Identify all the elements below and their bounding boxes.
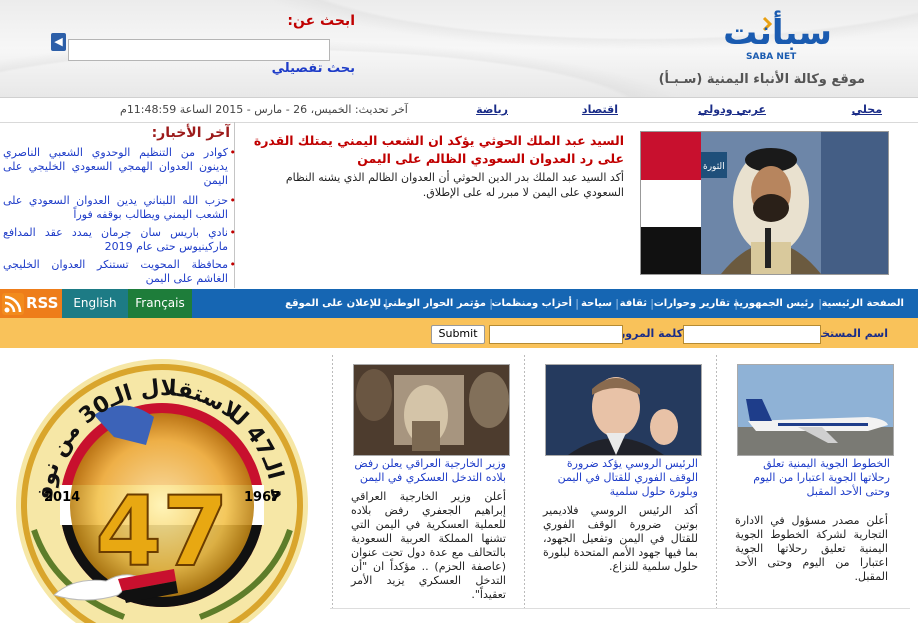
channel-caption: الثورة [703, 162, 725, 172]
menu-separator: | [650, 297, 654, 310]
latest-news-title: آخر الأخبار: [151, 125, 230, 141]
menu-home[interactable]: الصفحة الرئيسية [821, 298, 904, 309]
menu-president[interactable]: رئيس الجمهورية [733, 298, 814, 309]
top-nav: محلي عربي ودولي اقتصاد رياضة آخر تحديث: … [0, 98, 918, 123]
nav-local[interactable]: محلي [852, 103, 882, 116]
menu-separator: | [615, 297, 619, 310]
latest-news-item[interactable]: نادي باريس سان جرمان يمدد عقد المدافع ما… [3, 226, 236, 254]
latest-news-panel: آخر الأخبار: كوادر من التنظيم الوحدوي ال… [0, 122, 236, 288]
search-go-button[interactable]: ◀ [51, 33, 66, 51]
menu-tourism[interactable]: سياحة [581, 298, 612, 309]
main-story-headline[interactable]: السيد عبد الملك الحوثي يؤكد ان الشعب الي… [252, 132, 624, 168]
card-photo[interactable] [545, 364, 702, 456]
putin-image [546, 365, 701, 455]
latest-news-item[interactable]: حزب الله اللبناني يدين العدوان السعودي ع… [3, 194, 236, 222]
logo-subtitle: موقع وكالة الأنباء اليمنية (سـبـأ) [658, 72, 865, 87]
card-title[interactable]: الرئيس الروسي يؤكد ضرورة الوقف الفوري لل… [543, 457, 698, 499]
airplane-image [738, 365, 893, 455]
anniversary-emblem-graphic: 47 العيد الـ47 للاستقلال الـ30 من نوفمبر… [6, 336, 308, 627]
login-bar: اسم المستخدم: كلمة المرور: Submit [0, 318, 918, 348]
username-field[interactable] [683, 325, 821, 344]
column-divider [716, 355, 717, 610]
card-body: أكد الرئيس الروسي فلاديمير بوتين ضرورة ا… [543, 504, 698, 573]
column-divider [332, 355, 333, 610]
search-input[interactable] [68, 39, 330, 61]
nav-economy[interactable]: اقتصاد [582, 103, 618, 116]
emblem-year-left: 2014 [44, 490, 80, 505]
latest-news-item[interactable]: كوادر من التنظيم الوحدوي الشعبي الناصري … [3, 146, 236, 188]
main-story-photo[interactable]: الثورة [640, 131, 889, 275]
speaker-photo: الثورة [641, 132, 888, 274]
menu-separator: | [818, 297, 822, 310]
latest-news-item[interactable]: محافظة المحويت تستنكر العدوان الخليجي ال… [3, 258, 236, 286]
card-photo[interactable] [353, 364, 510, 456]
menu-separator: | [575, 297, 579, 310]
card-title[interactable]: الخطوط الجوية اليمنية تعلق رحلاتها الجوي… [735, 457, 890, 499]
menu-separator: | [734, 297, 738, 310]
independence-emblem[interactable]: 47 العيد الـ47 للاستقلال الـ30 من نوفمبر… [6, 336, 310, 627]
nav-sports[interactable]: رياضة [476, 103, 508, 116]
card-photo[interactable] [737, 364, 894, 456]
menu-parties[interactable]: أحزاب ومنظمات [491, 298, 572, 309]
submit-button[interactable]: Submit [431, 325, 485, 344]
menu-separator: | [489, 297, 493, 310]
logo-latin: SABA NET [746, 52, 797, 62]
bottom-rule [330, 608, 910, 609]
card-body: أعلن مصدر مسؤول في الادارة التجارية لشرك… [735, 514, 888, 583]
menu-reports[interactable]: تقارير وحوارات [654, 298, 730, 309]
rss-button[interactable]: RSS [0, 289, 62, 318]
password-label: كلمة المرور: [614, 327, 683, 340]
menu-separator: | [384, 297, 388, 310]
emblem-year-right: 1967 [244, 490, 280, 505]
lang-french-link[interactable]: Français [128, 289, 192, 318]
menu-dialogue[interactable]: مؤتمر الحوار الوطني [383, 298, 486, 309]
nav-arab-intl[interactable]: عربي ودولي [698, 103, 766, 116]
advanced-search-link[interactable]: بحث تفصيلي [272, 61, 355, 76]
card-title[interactable]: وزير الخارجية العراقي يعلن رفض بلاده الت… [351, 457, 506, 485]
menu-culture[interactable]: ثقافة [620, 298, 647, 309]
main-story-body: أكد السيد عبد الملك بدر الدين الحوثي أن … [285, 171, 624, 199]
card-body: أعلن وزير الخارجية العراقي إبراهيم الجعف… [351, 490, 506, 601]
lang-english-link[interactable]: English [62, 289, 128, 318]
saba-logo[interactable]: سبأنت SABA NET [696, 10, 836, 62]
logo-text: سبأنت [723, 10, 832, 53]
column-divider [524, 355, 525, 610]
password-field[interactable] [489, 325, 623, 344]
saba-logo-mark: سبأنت SABA NET [723, 10, 832, 62]
search-label: ابحث عن: [287, 13, 355, 29]
menu-advertise[interactable]: للإعلان على الموقع [285, 298, 381, 309]
rss-icon [2, 293, 24, 315]
rss-label: RSS [26, 294, 59, 312]
crowd-image [354, 365, 509, 455]
last-update: آخر تحديث: الخميس، 26 - مارس - 2015 السا… [120, 103, 408, 116]
